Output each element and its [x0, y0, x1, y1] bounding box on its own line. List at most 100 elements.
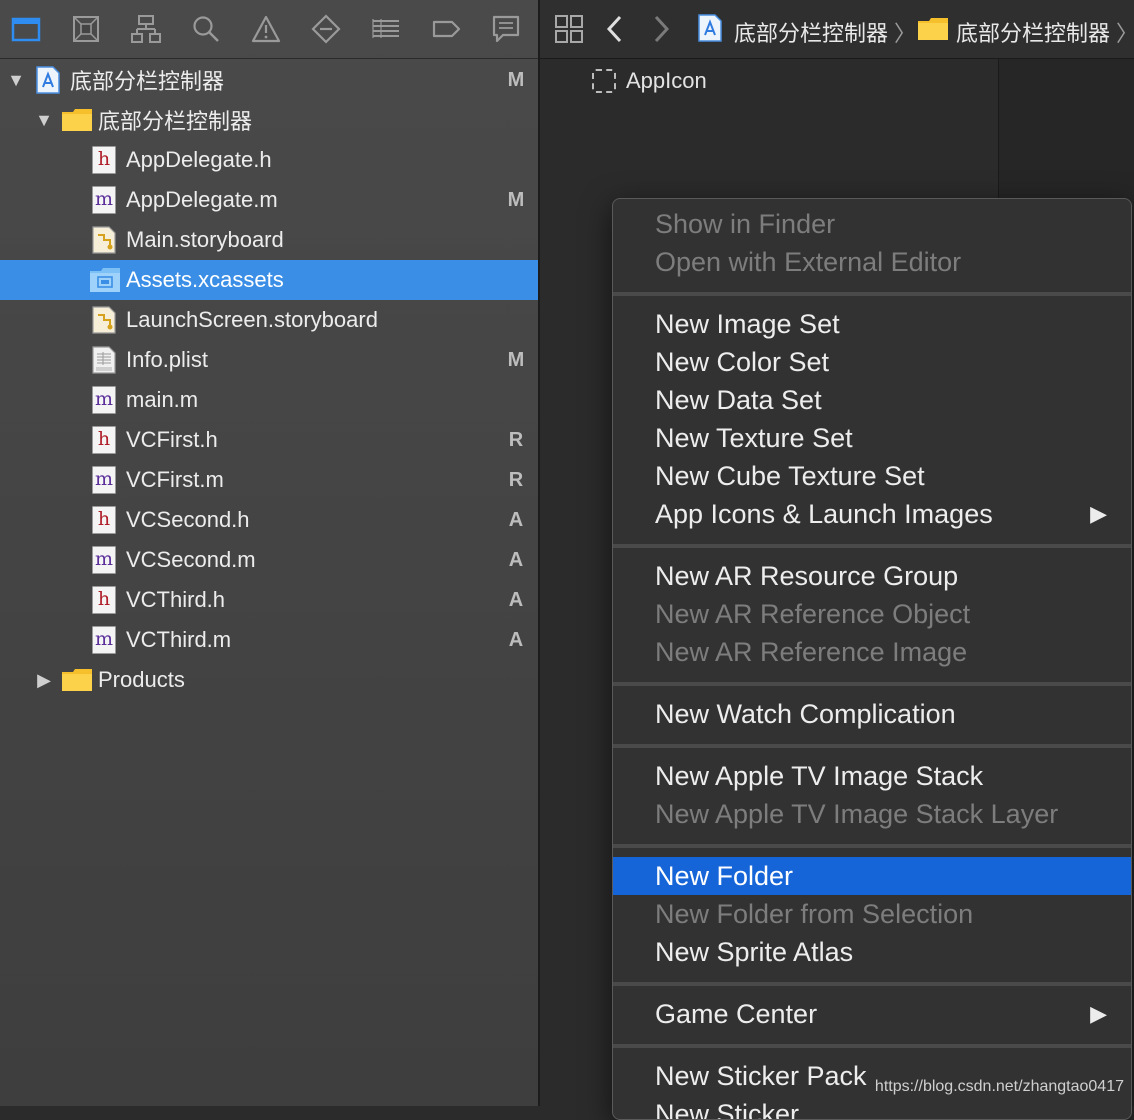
breadcrumb-project[interactable]: 底部分栏控制器: [734, 16, 888, 48]
tree-row-label: VCSecond.m: [126, 547, 256, 572]
tree-row-file-selected[interactable]: Assets.xcassets: [0, 260, 538, 300]
folder-icon[interactable]: [9, 12, 43, 46]
tree-row-project[interactable]: ▼ 底部分栏控制器 M: [0, 60, 538, 100]
folder-icon: [918, 18, 948, 40]
menu-item-new-cube-texture-set[interactable]: New Cube Texture Set: [613, 457, 1131, 495]
jump-bar: 底部分栏控制器 〉 底部分栏控制器 〉: [540, 0, 1134, 59]
menu-item-new-folder-from-selection: New Folder from Selection: [655, 899, 974, 929]
tree-row-label: Main.storyboard: [126, 227, 284, 252]
asset-item-label: AppIcon: [626, 68, 707, 93]
report-icon[interactable]: [489, 12, 523, 46]
implementation-file-icon: m: [92, 386, 116, 414]
tree-row-file[interactable]: m VCSecond.m A: [0, 540, 538, 580]
tree-row-group[interactable]: ▶ Products: [0, 660, 538, 700]
tree-row-file[interactable]: m VCFirst.m R: [0, 460, 538, 500]
menu-item-new-apple-tv-image-stack-layer: New Apple TV Image Stack Layer: [655, 799, 1059, 829]
git-status-badge: M: [507, 348, 525, 371]
tree-row-file[interactable]: Main.storyboard: [0, 220, 538, 260]
git-status-badge: A: [508, 628, 524, 651]
submenu-arrow-icon: ▶: [1090, 501, 1107, 526]
menu-item-new-ar-resource-group[interactable]: New AR Resource Group: [613, 557, 1131, 595]
tree-row-label: Assets.xcassets: [126, 267, 284, 292]
tree-row-file[interactable]: h VCThird.h A: [0, 580, 538, 620]
hierarchy-icon[interactable]: [129, 12, 163, 46]
submenu-arrow-icon: ▶: [1090, 1001, 1107, 1026]
menu-item-new-ar-reference-object: New AR Reference Object: [655, 599, 971, 629]
tree-row-file[interactable]: LaunchScreen.storyboard: [0, 300, 538, 340]
search-icon[interactable]: [189, 12, 223, 46]
warning-icon[interactable]: [249, 12, 283, 46]
git-status-badge: A: [508, 588, 524, 611]
menu-item-show-in-finder: Show in Finder: [655, 209, 836, 239]
plist-file-icon: [92, 346, 116, 374]
disclosure-down-icon[interactable]: ▼: [6, 70, 26, 90]
tree-row-label: VCSecond.h: [126, 507, 250, 532]
git-status-badge: A: [508, 548, 524, 571]
xcode-project-icon: [36, 66, 60, 94]
menu-item-new-color-set[interactable]: New Color Set: [613, 343, 1131, 381]
forward-chevron-icon[interactable]: [650, 14, 672, 44]
tree-row-label: 底部分栏控制器: [70, 69, 225, 94]
tree-row-file[interactable]: h AppDelegate.h: [0, 140, 538, 180]
menu-item-new-apple-tv-image-stack[interactable]: New Apple TV Image Stack: [613, 757, 1131, 795]
tree-row-label: VCFirst.h: [126, 427, 218, 452]
appicon-placeholder-icon: [592, 69, 616, 93]
tree-row-label: 底部分栏控制器: [98, 109, 253, 134]
folder-icon: [62, 109, 92, 131]
git-status-badge: A: [508, 508, 524, 531]
menu-separator: [613, 744, 1131, 748]
source-control-icon[interactable]: [69, 12, 103, 46]
test-diamond-icon[interactable]: [309, 12, 343, 46]
xcode-project-icon: [698, 14, 722, 42]
header-file-icon: h: [92, 586, 116, 614]
breakpoint-icon[interactable]: [429, 12, 463, 46]
tree-row-file[interactable]: h VCFirst.h R: [0, 420, 538, 460]
tree-row-group[interactable]: ▼ 底部分栏控制器: [0, 100, 538, 140]
git-status-badge: R: [508, 468, 524, 491]
tree-row-label: AppDelegate.h: [126, 147, 272, 172]
project-navigator: ▼ 底部分栏控制器 M ▼ 底部分栏控制器 h AppDelegate.h m: [0, 0, 540, 1106]
asset-item-appicon[interactable]: AppIcon: [592, 67, 707, 95]
tree-row-file[interactable]: m VCThird.m A: [0, 620, 538, 660]
menu-item-new-image-set[interactable]: New Image Set: [613, 305, 1131, 343]
menu-item-app-icons-launch-images[interactable]: App Icons & Launch Images ▶: [613, 495, 1131, 533]
tree-row-label: AppDelegate.m: [126, 187, 278, 212]
menu-separator: [613, 982, 1131, 986]
tree-row-label: LaunchScreen.storyboard: [126, 307, 378, 332]
tree-row-file[interactable]: Info.plist M: [0, 340, 538, 380]
menu-separator: [613, 844, 1131, 848]
git-status-badge: R: [508, 428, 524, 451]
tree-row-label: main.m: [126, 387, 199, 412]
menu-item-new-sprite-atlas[interactable]: New Sprite Atlas: [613, 933, 1131, 971]
debug-list-icon[interactable]: [369, 12, 403, 46]
storyboard-file-icon: [92, 306, 116, 334]
tree-row-file[interactable]: m main.m: [0, 380, 538, 420]
storyboard-file-icon: [92, 226, 116, 254]
menu-separator: [613, 682, 1131, 686]
breadcrumb-group[interactable]: 底部分栏控制器: [956, 16, 1110, 48]
navigator-toolbar: [0, 0, 538, 59]
disclosure-right-icon[interactable]: ▶: [34, 670, 54, 690]
breadcrumb-separator: 〉: [894, 21, 917, 46]
implementation-file-icon: m: [92, 186, 116, 214]
tree-row-file[interactable]: m AppDelegate.m M: [0, 180, 538, 220]
git-status-badge: M: [507, 68, 525, 91]
tree-row-label: Info.plist: [126, 347, 208, 372]
menu-item-new-sticker[interactable]: New Sticker: [613, 1095, 1131, 1119]
tree-row-file[interactable]: h VCSecond.h A: [0, 500, 538, 540]
disclosure-down-icon[interactable]: ▼: [34, 110, 54, 130]
menu-item-new-texture-set[interactable]: New Texture Set: [613, 419, 1131, 457]
menu-item-game-center[interactable]: Game Center ▶: [613, 995, 1131, 1033]
back-chevron-icon[interactable]: [604, 14, 626, 44]
implementation-file-icon: m: [92, 626, 116, 654]
asset-catalog-icon: [90, 268, 120, 292]
git-status-badge: M: [507, 188, 525, 211]
header-file-icon: h: [92, 146, 116, 174]
menu-separator: [613, 1044, 1131, 1048]
menu-item-new-data-set[interactable]: New Data Set: [613, 381, 1131, 419]
menu-item-new-watch-complication[interactable]: New Watch Complication: [613, 695, 1131, 733]
related-items-grid-icon[interactable]: [554, 14, 584, 44]
menu-item-new-folder[interactable]: New Folder: [613, 857, 1131, 895]
tree-row-label: VCThird.h: [126, 587, 226, 612]
breadcrumb-separator: 〉: [1116, 16, 1134, 48]
